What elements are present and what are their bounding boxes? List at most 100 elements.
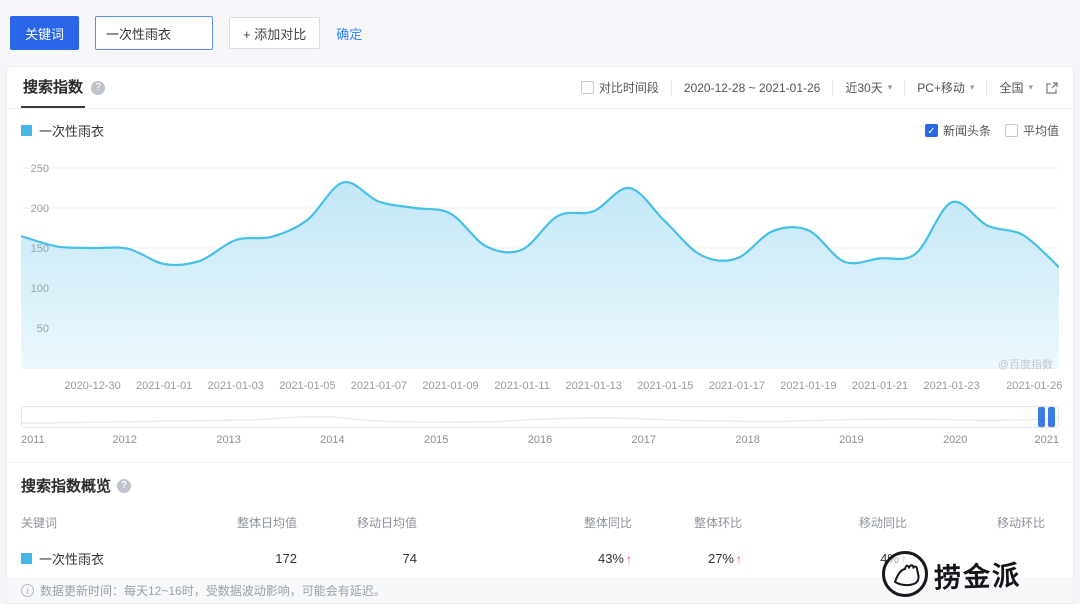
- cell-overall-mom: 27%↑: [646, 551, 756, 566]
- average-toggle[interactable]: 平均值: [1005, 122, 1059, 139]
- cell-overall-daily: 172: [231, 551, 311, 566]
- column-header: 移动环比: [921, 514, 1059, 531]
- divider: [832, 81, 833, 95]
- region-select-value: 全国: [999, 79, 1023, 96]
- x-axis-label: 2021-01-21: [852, 380, 908, 392]
- average-label: 平均值: [1023, 122, 1059, 139]
- timeline-year: 2019: [839, 434, 863, 446]
- laojinpai-watermark: 捞金派: [882, 551, 1021, 597]
- row-keyword: 一次性雨衣: [39, 549, 104, 568]
- up-arrow-icon: ↑: [736, 552, 742, 566]
- svg-text:250: 250: [31, 163, 49, 175]
- x-axis-label: 2021-01-19: [780, 380, 836, 392]
- timeline-year: 2017: [632, 434, 656, 446]
- column-header: 移动同比: [756, 514, 921, 531]
- timeline-year: 2015: [424, 434, 448, 446]
- chevron-down-icon: ▾: [888, 82, 893, 93]
- legend-label: 一次性雨衣: [39, 121, 104, 140]
- region-select[interactable]: 全国 ▾: [999, 79, 1033, 96]
- timeline-year: 2011: [21, 434, 45, 446]
- timeline-track[interactable]: [21, 406, 1059, 428]
- chevron-down-icon: ▾: [970, 82, 975, 93]
- external-link-icon[interactable]: [1045, 81, 1059, 95]
- timeline-year: 2013: [216, 434, 240, 446]
- series-legend: 一次性雨衣: [21, 121, 104, 140]
- timeline-year: 2016: [528, 434, 552, 446]
- panel-header: 搜索指数 ? 对比时间段 2020-12-28 ~ 2021-01-26 近30…: [7, 67, 1073, 109]
- svg-text:100: 100: [31, 283, 49, 295]
- compare-period-label: 对比时间段: [599, 79, 659, 96]
- x-axis-label: 2021-01-17: [709, 380, 765, 392]
- search-index-panel: 搜索指数 ? 对比时间段 2020-12-28 ~ 2021-01-26 近30…: [6, 66, 1074, 604]
- range-select[interactable]: 近30天 ▾: [845, 79, 892, 96]
- compare-period-control[interactable]: 对比时间段: [581, 79, 659, 96]
- tab-search-index[interactable]: 搜索指数: [21, 67, 85, 108]
- chevron-down-icon: ▾: [1028, 82, 1033, 93]
- info-icon: i: [21, 584, 34, 597]
- divider: [986, 81, 987, 95]
- divider: [904, 81, 905, 95]
- column-header: 整体日均值: [231, 514, 311, 531]
- timeline-year: 2018: [735, 434, 759, 446]
- cell-mobile-daily: 74: [311, 551, 431, 566]
- up-arrow-icon: ↑: [626, 552, 632, 566]
- x-axis-label: 2021-01-23: [923, 380, 979, 392]
- compare-period-checkbox[interactable]: [581, 81, 594, 94]
- timeline-year: 2012: [113, 434, 137, 446]
- x-axis-label: 2021-01-03: [208, 380, 264, 392]
- keyword-input[interactable]: [95, 16, 213, 50]
- top-toolbar: 关键词 + 添加对比 确定: [0, 0, 1080, 66]
- x-axis: 2020-12-30 2021-01-01 2021-01-03 2021-01-05…: [21, 378, 1059, 396]
- add-compare-button[interactable]: + 添加对比: [229, 17, 320, 49]
- date-range-value: 2020-12-28 ~ 2021-01-26: [684, 81, 820, 95]
- column-header: 关键词: [21, 514, 231, 531]
- news-headline-checkbox[interactable]: ✓: [925, 124, 938, 137]
- date-range-picker[interactable]: 2020-12-28 ~ 2021-01-26: [684, 81, 820, 95]
- timeline-year: 2021: [1035, 434, 1059, 446]
- x-axis-label: 2021-01-09: [422, 380, 478, 392]
- keyword-button[interactable]: 关键词: [10, 16, 79, 50]
- column-header: 整体环比: [646, 514, 756, 531]
- x-axis-label: 2021-01-15: [637, 380, 693, 392]
- x-axis-label: 2021-01-07: [351, 380, 407, 392]
- timeline-year: 2020: [943, 434, 967, 446]
- column-header: 整体同比: [431, 514, 646, 531]
- cell-overall-yoy: 43%↑: [431, 551, 646, 566]
- x-axis-label: 2021-01-01: [136, 380, 192, 392]
- confirm-link[interactable]: 确定: [336, 24, 362, 43]
- legend-color-swatch: [21, 125, 32, 136]
- help-icon[interactable]: ?: [117, 479, 131, 493]
- watermark-text: 捞金派: [933, 553, 1021, 595]
- x-axis-label: 2020-12-30: [64, 380, 120, 392]
- hand-logo-icon: [882, 551, 928, 597]
- overview-title: 搜索指数概览: [21, 475, 111, 496]
- svg-text:50: 50: [37, 323, 49, 335]
- row-color-swatch: [21, 553, 32, 564]
- timeline-years: 2011 2012 2013 2014 2015 2016 2017 2018 2019 2020…: [21, 434, 1059, 450]
- timeline-handle[interactable]: [1038, 407, 1055, 427]
- x-axis-label: 2021-01-05: [279, 380, 335, 392]
- baidu-index-watermark: @百度指数: [998, 356, 1053, 372]
- svg-text:200: 200: [31, 203, 49, 215]
- search-index-chart[interactable]: 50 100 150 200 250: [21, 146, 1059, 376]
- news-headline-label: 新闻头条: [943, 122, 991, 139]
- svg-text:150: 150: [31, 243, 49, 255]
- x-axis-label: 2021-01-13: [566, 380, 622, 392]
- chart-area: 50 100 150 200 250 2020-12-30 2021-01-01 2021-…: [21, 146, 1059, 398]
- range-select-value: 近30天: [845, 79, 882, 96]
- device-select-value: PC+移动: [917, 79, 965, 96]
- average-checkbox[interactable]: [1005, 124, 1018, 137]
- column-header: 移动日均值: [311, 514, 431, 531]
- help-icon[interactable]: ?: [91, 81, 105, 95]
- legend-row: 一次性雨衣 ✓ 新闻头条 平均值: [7, 109, 1073, 144]
- device-select[interactable]: PC+移动 ▾: [917, 79, 974, 96]
- timeline-sparkline: [22, 407, 1058, 427]
- note-text: 数据更新时间：每天12~16时，受数据波动影响，可能会有延迟。: [40, 582, 386, 599]
- table-header-row: 关键词整体日均值移动日均值整体同比整体环比移动同比移动环比: [21, 506, 1059, 538]
- divider: [671, 81, 672, 95]
- x-axis-label: 2021-01-26: [1006, 380, 1062, 392]
- timeline-slider: 2011 2012 2013 2014 2015 2016 2017 2018 2019 2020…: [21, 406, 1059, 450]
- news-headline-toggle[interactable]: ✓ 新闻头条: [925, 122, 991, 139]
- x-axis-label: 2021-01-11: [494, 380, 549, 392]
- timeline-year: 2014: [320, 434, 344, 446]
